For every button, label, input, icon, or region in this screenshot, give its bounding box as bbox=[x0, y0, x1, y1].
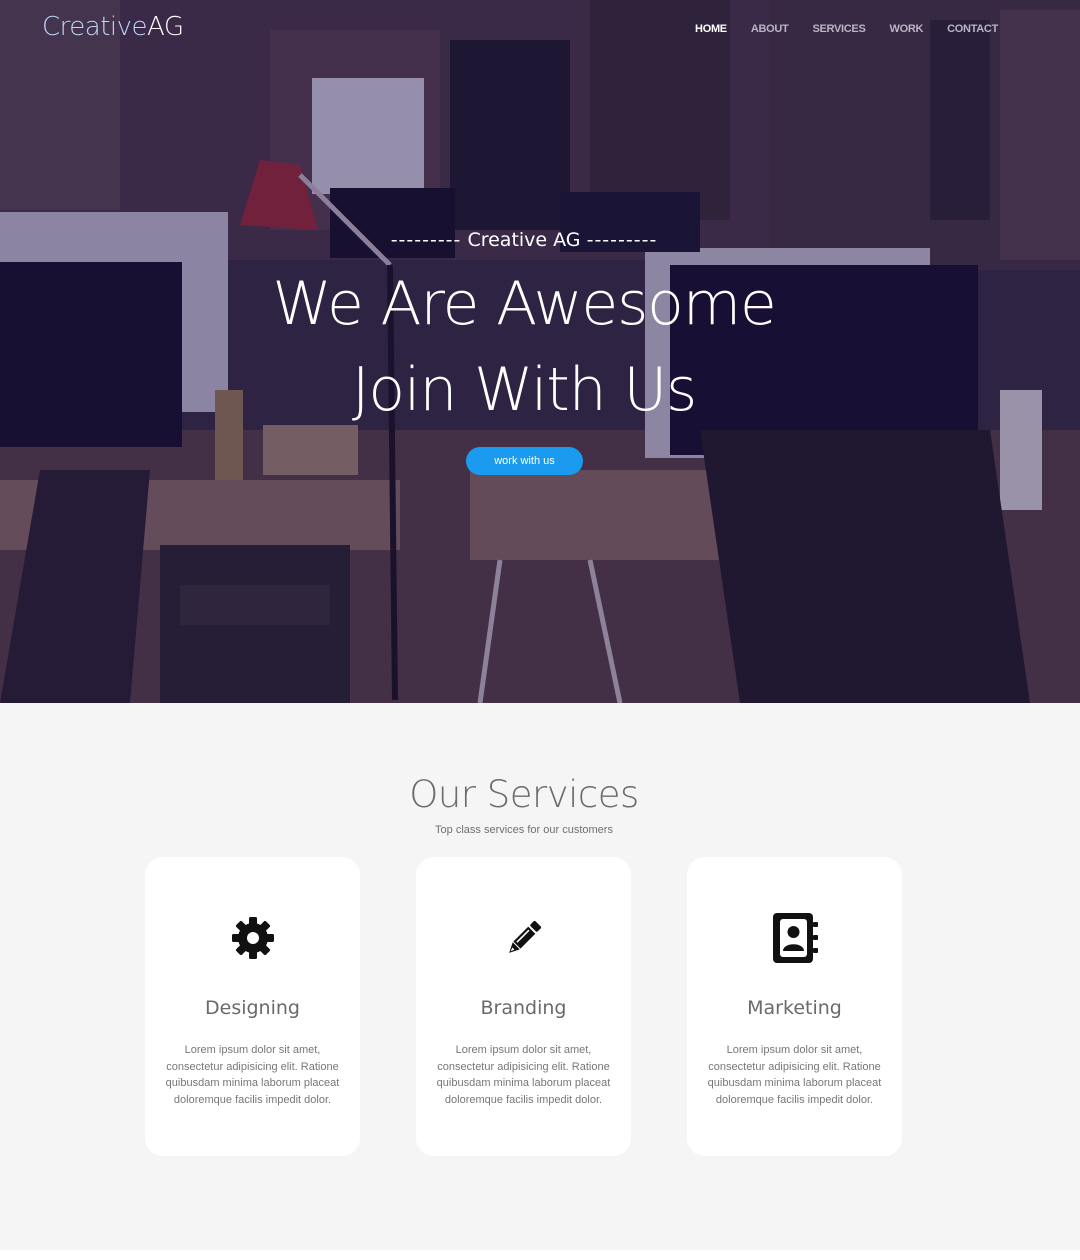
work-with-us-button[interactable]: work with us bbox=[466, 447, 583, 475]
nav-home[interactable]: HOME bbox=[683, 22, 739, 36]
logo[interactable]: CreativeAG bbox=[42, 12, 184, 42]
services-subtitle: Top class services for our customers bbox=[435, 824, 613, 836]
card-description: Lorem ipsum dolor sit amet, consectetur … bbox=[165, 1044, 340, 1106]
gear-icon bbox=[145, 913, 360, 963]
logo-part-ag: AG bbox=[147, 12, 184, 42]
hero-title-line1: We Are Awesome bbox=[272, 269, 777, 339]
nav-about[interactable]: ABOUT bbox=[739, 22, 801, 36]
card-description: Lorem ipsum dolor sit amet, consectetur … bbox=[436, 1044, 611, 1106]
kicker-text: Creative AG bbox=[467, 229, 581, 251]
nav-services[interactable]: SERVICES bbox=[800, 22, 877, 36]
card-title: Marketing bbox=[747, 997, 842, 1019]
nav-contact[interactable]: CONTACT bbox=[935, 22, 1010, 36]
service-card-designing: Designing Lorem ipsum dolor sit amet, co… bbox=[145, 857, 360, 1156]
hero-overlay bbox=[0, 0, 1080, 703]
hero-title-line2: Join With Us bbox=[351, 355, 697, 425]
service-card-marketing: Marketing Lorem ipsum dolor sit amet, co… bbox=[687, 857, 902, 1156]
card-title: Branding bbox=[480, 997, 567, 1019]
main-nav: HOME ABOUT SERVICES WORK CONTACT bbox=[683, 22, 1010, 36]
nav-work[interactable]: WORK bbox=[878, 22, 936, 36]
card-title: Designing bbox=[205, 997, 300, 1019]
hero-section: CreativeAG HOME ABOUT SERVICES WORK CONT… bbox=[0, 0, 1080, 703]
kicker-dashes-left: --------- bbox=[390, 229, 462, 251]
services-title: Our Services bbox=[409, 773, 639, 816]
logo-part-creative: Creative bbox=[42, 12, 148, 42]
section-bottom-divider bbox=[0, 1250, 1080, 1260]
service-card-branding: Branding Lorem ipsum dolor sit amet, con… bbox=[416, 857, 631, 1156]
contact-book-icon bbox=[687, 913, 902, 963]
pencil-icon bbox=[416, 913, 631, 963]
kicker-dashes-right: --------- bbox=[586, 229, 658, 251]
card-description: Lorem ipsum dolor sit amet, consectetur … bbox=[707, 1044, 882, 1106]
hero-kicker: --------- Creative AG --------- bbox=[0, 229, 1048, 251]
services-section: Our Services Top class services for our … bbox=[0, 703, 1080, 1260]
